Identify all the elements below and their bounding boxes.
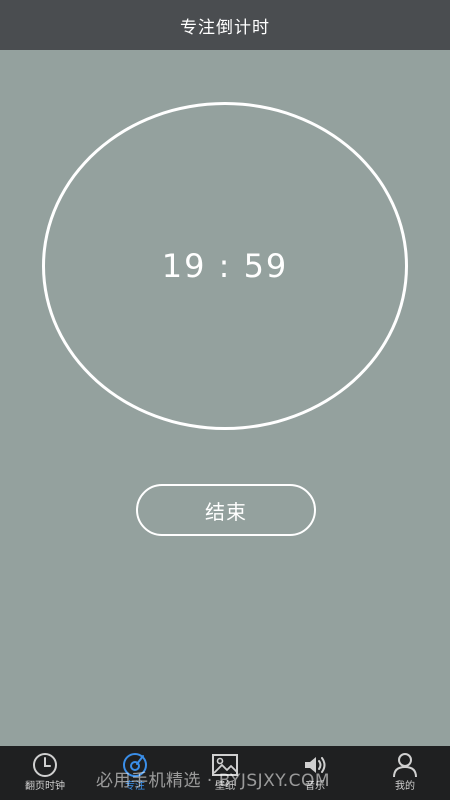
tab-focus[interactable]: 专注: [90, 746, 180, 800]
main-content: 19 : 59 结束: [0, 50, 450, 746]
tab-wallpaper[interactable]: 壁纸: [180, 746, 270, 800]
tab-label: 壁纸: [215, 781, 235, 792]
header-bar: 专注倒计时: [0, 0, 450, 50]
focus-icon: [123, 753, 147, 777]
timer-ring: 19 : 59: [42, 102, 408, 430]
tab-label: 翻页时钟: [25, 781, 65, 792]
bottom-tab-bar: 翻页时钟 专注 壁纸 音乐 我的: [0, 746, 450, 800]
tab-profile[interactable]: 我的: [360, 746, 450, 800]
tab-label: 音乐: [305, 781, 325, 792]
speaker-icon: [305, 757, 326, 773]
tab-label: 专注: [125, 781, 145, 792]
countdown-display: 19 : 59: [161, 247, 289, 285]
user-icon: [393, 753, 417, 778]
tab-flip-clock[interactable]: 翻页时钟: [0, 746, 90, 800]
tab-music[interactable]: 音乐: [270, 746, 360, 800]
end-button[interactable]: 结束: [136, 484, 316, 536]
tab-label: 我的: [395, 781, 415, 792]
clock-icon: [33, 753, 57, 777]
page-title: 专注倒计时: [180, 17, 270, 38]
wallpaper-icon: [212, 754, 238, 776]
